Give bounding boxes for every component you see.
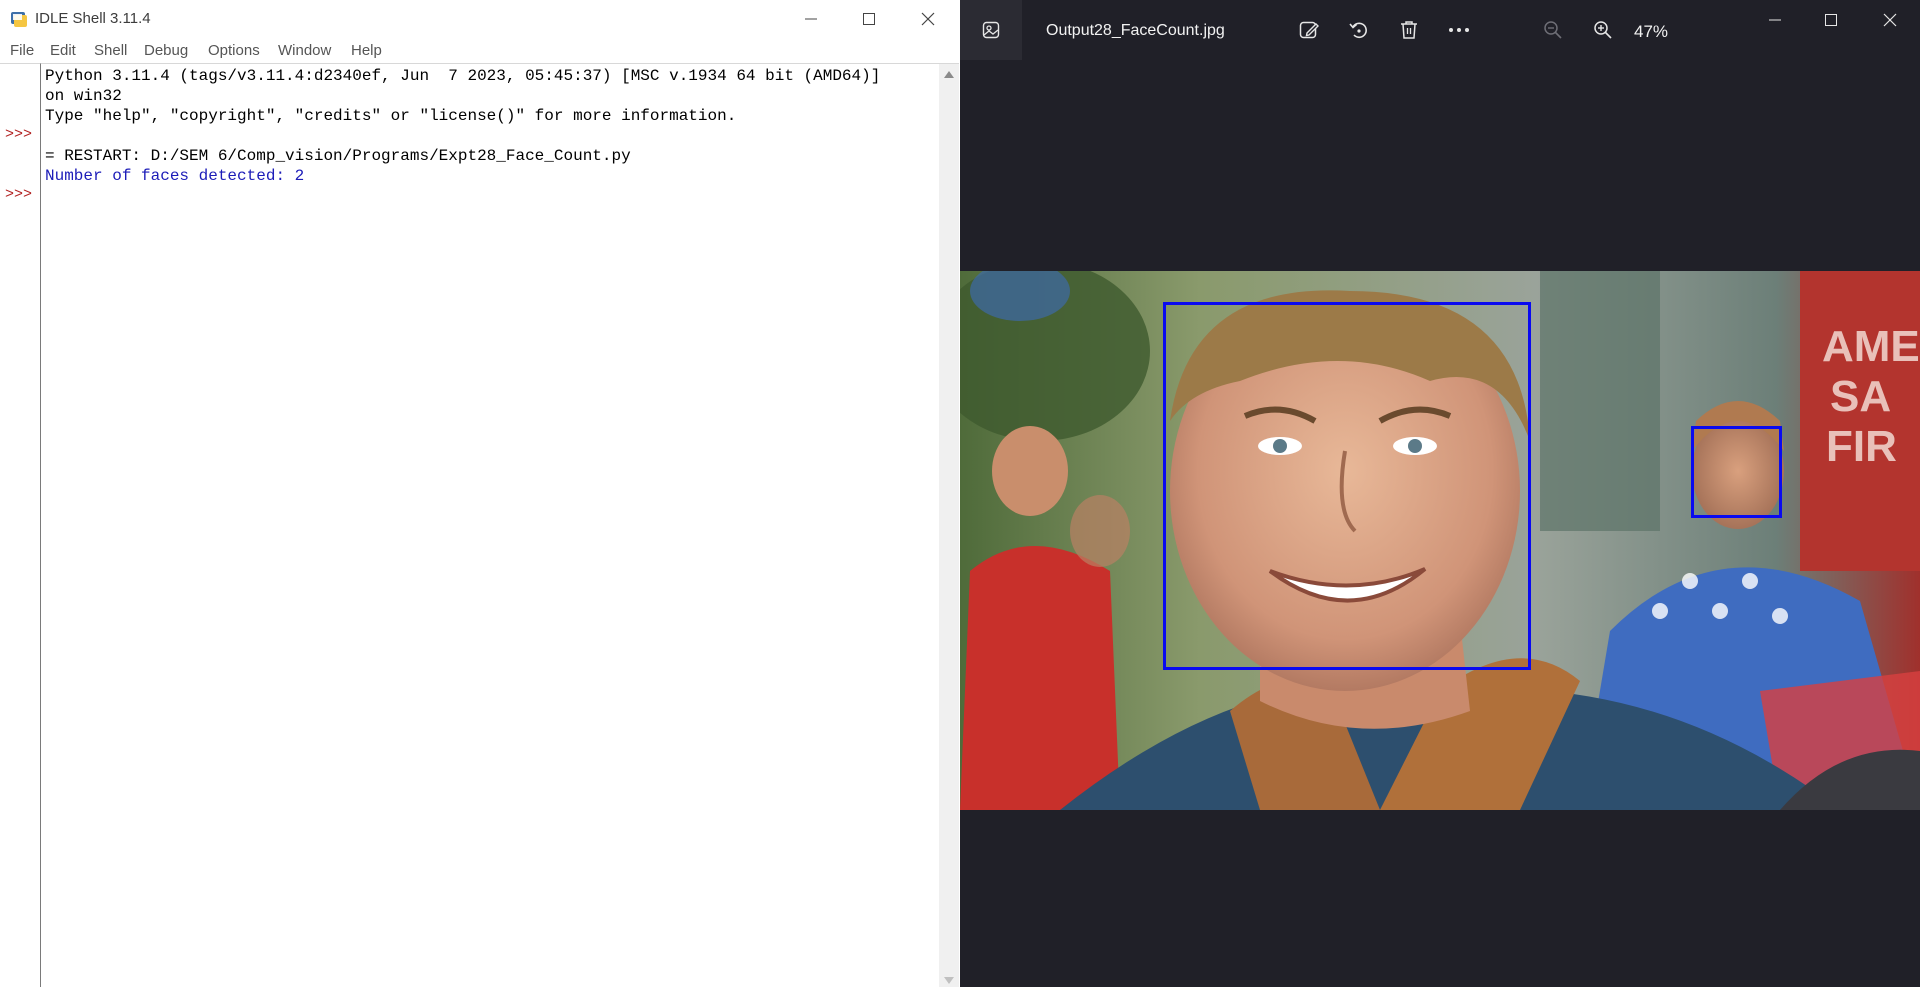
close-button[interactable]: [899, 0, 957, 38]
edit-image-icon: [1299, 21, 1319, 39]
delete-button[interactable]: [1396, 17, 1422, 43]
idle-menubar: File Edit Shell Debug Options Window Hel…: [0, 38, 959, 63]
zoom-out-icon: [1544, 21, 1562, 39]
zoom-in-button[interactable]: [1590, 17, 1616, 43]
more-options-button[interactable]: [1446, 17, 1472, 43]
restart-line: = RESTART: D:/SEM 6/Comp_vision/Programs…: [45, 147, 631, 165]
menu-help[interactable]: Help: [351, 42, 382, 59]
close-icon: [1883, 13, 1897, 27]
maximize-button[interactable]: [840, 0, 898, 38]
shell-area: >>> >>> Python 3.11.4 (tags/v3.11.4:d234…: [0, 63, 959, 987]
svg-text:FIR: FIR: [1826, 422, 1897, 471]
rotate-icon: [1349, 22, 1367, 39]
zoom-in-icon: [1594, 21, 1612, 39]
photos-close-button[interactable]: [1862, 0, 1918, 40]
menu-options[interactable]: Options: [208, 42, 260, 59]
scroll-down-arrow-icon[interactable]: [944, 977, 954, 984]
maximize-icon: [1825, 14, 1837, 26]
shell-output-line: Type "help", "copyright", "credits" or "…: [45, 107, 737, 125]
svg-text:SA: SA: [1830, 372, 1891, 421]
idle-window: IDLE Shell 3.11.4 File Edit Shell Debug …: [0, 0, 959, 987]
minimize-icon: [805, 18, 817, 20]
more-icon: [1449, 28, 1469, 32]
rotate-button[interactable]: [1346, 17, 1372, 43]
zoom-out-button[interactable]: [1540, 17, 1566, 43]
minimize-button[interactable]: [782, 0, 840, 38]
delete-icon: [1401, 21, 1417, 39]
maximize-icon: [863, 13, 875, 25]
scroll-up-arrow-icon[interactable]: [944, 71, 954, 78]
menu-file[interactable]: File: [10, 42, 34, 59]
face-detection-box: [1163, 302, 1531, 670]
photos-maximize-button[interactable]: [1803, 0, 1859, 40]
gallery-button[interactable]: [960, 0, 1022, 60]
photo-filename: Output28_FaceCount.jpg: [1046, 22, 1225, 39]
menu-debug[interactable]: Debug: [144, 42, 188, 59]
python-app-icon: [11, 12, 27, 27]
close-icon: [921, 12, 935, 26]
gallery-icon: [982, 21, 1000, 39]
shell-output-line: Python 3.11.4 (tags/v3.11.4:d2340ef, Jun…: [45, 67, 881, 85]
shell-text[interactable]: Python 3.11.4 (tags/v3.11.4:d2340ef, Jun…: [41, 63, 939, 987]
photos-minimize-button[interactable]: [1747, 0, 1803, 40]
idle-window-title: IDLE Shell 3.11.4: [35, 10, 151, 27]
menu-window[interactable]: Window: [278, 42, 331, 59]
program-output-line: Number of faces detected: 2: [45, 167, 305, 185]
shell-output-line: on win32: [45, 87, 122, 105]
vertical-scrollbar[interactable]: [939, 63, 959, 987]
shell-prompt: >>>: [5, 126, 33, 143]
svg-text:AMER: AMER: [1822, 322, 1920, 371]
edit-image-button[interactable]: [1296, 17, 1322, 43]
minimize-icon: [1769, 19, 1781, 21]
menu-shell[interactable]: Shell: [94, 42, 127, 59]
displayed-photo[interactable]: AMER SA FIR: [960, 271, 1920, 810]
photos-toolbar: Output28_FaceCount.jpg 47%: [960, 0, 1920, 62]
idle-titlebar[interactable]: IDLE Shell 3.11.4: [0, 0, 959, 38]
shell-prompt: >>>: [5, 186, 33, 203]
menu-edit[interactable]: Edit: [50, 42, 76, 59]
prompt-gutter: >>> >>>: [0, 63, 41, 987]
face-detection-box: [1691, 426, 1782, 518]
zoom-level[interactable]: 47%: [1634, 22, 1668, 42]
photos-window: Output28_FaceCount.jpg 47% AME SA FIR: [960, 0, 1920, 987]
